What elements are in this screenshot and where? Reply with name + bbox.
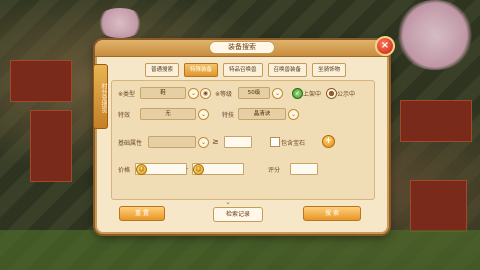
on-shelf-checkbox[interactable]: ✓ xyxy=(292,88,303,99)
blossom-tree xyxy=(95,8,145,38)
level-select[interactable]: 50级 xyxy=(238,87,270,99)
effect-select[interactable]: 无 xyxy=(140,108,196,120)
eye-icon[interactable]: ◉ xyxy=(200,88,211,99)
type-select[interactable]: 鞋 xyxy=(140,87,186,99)
chevron-down-icon[interactable]: ⌄ xyxy=(198,137,209,148)
skill-label: 特技 xyxy=(222,112,235,119)
type-label: ※类型 xyxy=(118,91,136,98)
chevron-down-icon[interactable]: ⌄ xyxy=(288,109,299,120)
filter-area: ※类型 鞋 ⌄ ◉ ※等级 50级 ⌄ ✓ 上架中 公示中 特效 无 ⌄ 特技 … xyxy=(111,80,375,200)
dialog-title: 装备搜索 xyxy=(209,41,275,54)
skill-select[interactable]: 晶清诀 xyxy=(238,108,286,120)
coin-icon: ☺ xyxy=(136,164,147,175)
coin-icon: ☺ xyxy=(193,164,204,175)
plus-icon[interactable]: + xyxy=(322,135,335,148)
side-tag[interactable]: 村分宠搜货 xyxy=(93,64,108,129)
price-dash: - xyxy=(186,165,189,172)
search-button[interactable]: 搜 索 xyxy=(303,206,361,221)
building-roof xyxy=(410,180,467,232)
public-label: 公示中 xyxy=(337,91,356,98)
tab-normal-search[interactable]: 普通搜索 xyxy=(145,63,180,77)
tab-summon-equipment[interactable]: 召唤兽装备 xyxy=(267,63,308,77)
base-attr-label: 基础属性 xyxy=(118,140,143,147)
score-input[interactable] xyxy=(290,163,318,175)
base-attr-min-input[interactable] xyxy=(224,136,252,148)
on-shelf-label: 上架中 xyxy=(303,91,322,98)
reset-button[interactable]: 重 置 xyxy=(119,206,165,221)
level-label: ※等级 xyxy=(215,91,233,98)
gte-symbol: ≥ xyxy=(212,137,219,146)
chevron-down-icon[interactable]: ⌄ xyxy=(198,109,209,120)
equipment-search-dialog: 装备搜索 × 村分宠搜货 普通搜索 特殊装备 特品召唤兽 召唤兽装备 坐骑饰物 … xyxy=(93,36,395,234)
tab-special-equipment[interactable]: 特殊装备 xyxy=(184,63,219,77)
blossom-tree xyxy=(395,0,475,70)
tab-mount-accessory[interactable]: 坐骑饰物 xyxy=(312,63,347,77)
tab-special-summon[interactable]: 特品召唤兽 xyxy=(223,63,263,77)
chevron-down-icon[interactable]: ⌄ xyxy=(188,88,199,99)
dialog-title-bar: 装备搜索 xyxy=(95,40,389,57)
score-label: 评分 xyxy=(268,167,281,174)
include-gem-checkbox[interactable] xyxy=(270,137,280,147)
search-history-button[interactable]: 检索记录 xyxy=(213,207,263,222)
chevron-down-icon[interactable]: ⌄ xyxy=(272,88,283,99)
effect-label: 特效 xyxy=(118,112,131,119)
building-roof xyxy=(10,60,72,102)
building-roof xyxy=(400,100,472,142)
close-button[interactable]: × xyxy=(375,36,395,56)
expand-chevron-icon[interactable]: ⌄ xyxy=(225,198,231,206)
base-attr-select[interactable] xyxy=(148,136,196,148)
tab-bar: 普通搜索 特殊装备 特品召唤兽 召唤兽装备 坐骑饰物 xyxy=(145,63,347,77)
public-radio[interactable] xyxy=(326,88,337,99)
ground xyxy=(0,230,480,270)
include-gem-label: 包含宝石 xyxy=(281,140,306,147)
building-roof xyxy=(30,110,72,182)
price-label: 价格 xyxy=(118,167,131,174)
